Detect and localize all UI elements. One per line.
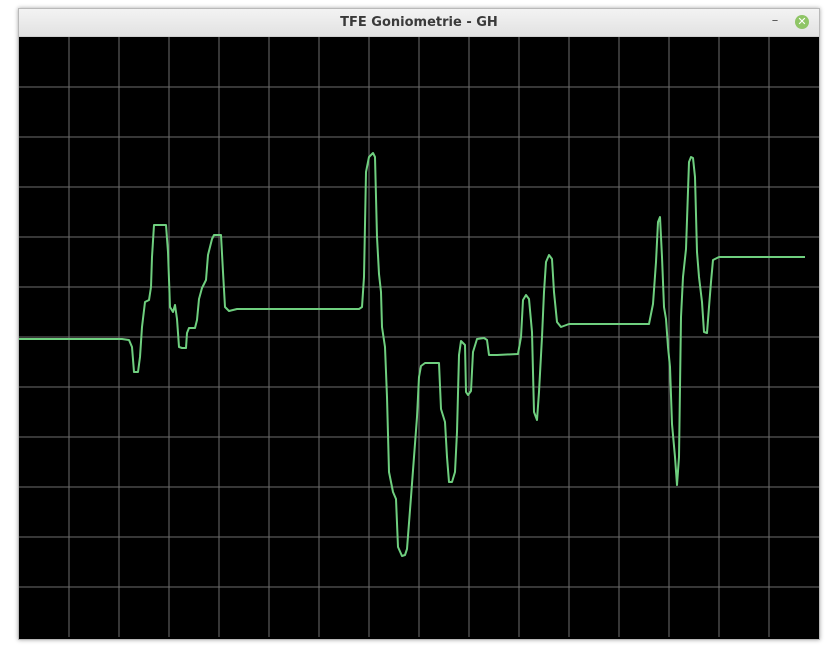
series-line-0 bbox=[19, 152, 805, 557]
minimize-button[interactable]: – bbox=[768, 12, 782, 30]
title-bar[interactable]: TFE Goniometrie - GH – ✕ bbox=[19, 9, 819, 37]
plot-traces bbox=[19, 152, 805, 557]
app-window: TFE Goniometrie - GH – ✕ bbox=[18, 8, 820, 640]
close-button[interactable]: ✕ bbox=[795, 15, 809, 29]
goniometry-plot bbox=[19, 37, 819, 637]
window-title: TFE Goniometrie - GH bbox=[340, 15, 498, 30]
plot-grid bbox=[19, 37, 819, 637]
